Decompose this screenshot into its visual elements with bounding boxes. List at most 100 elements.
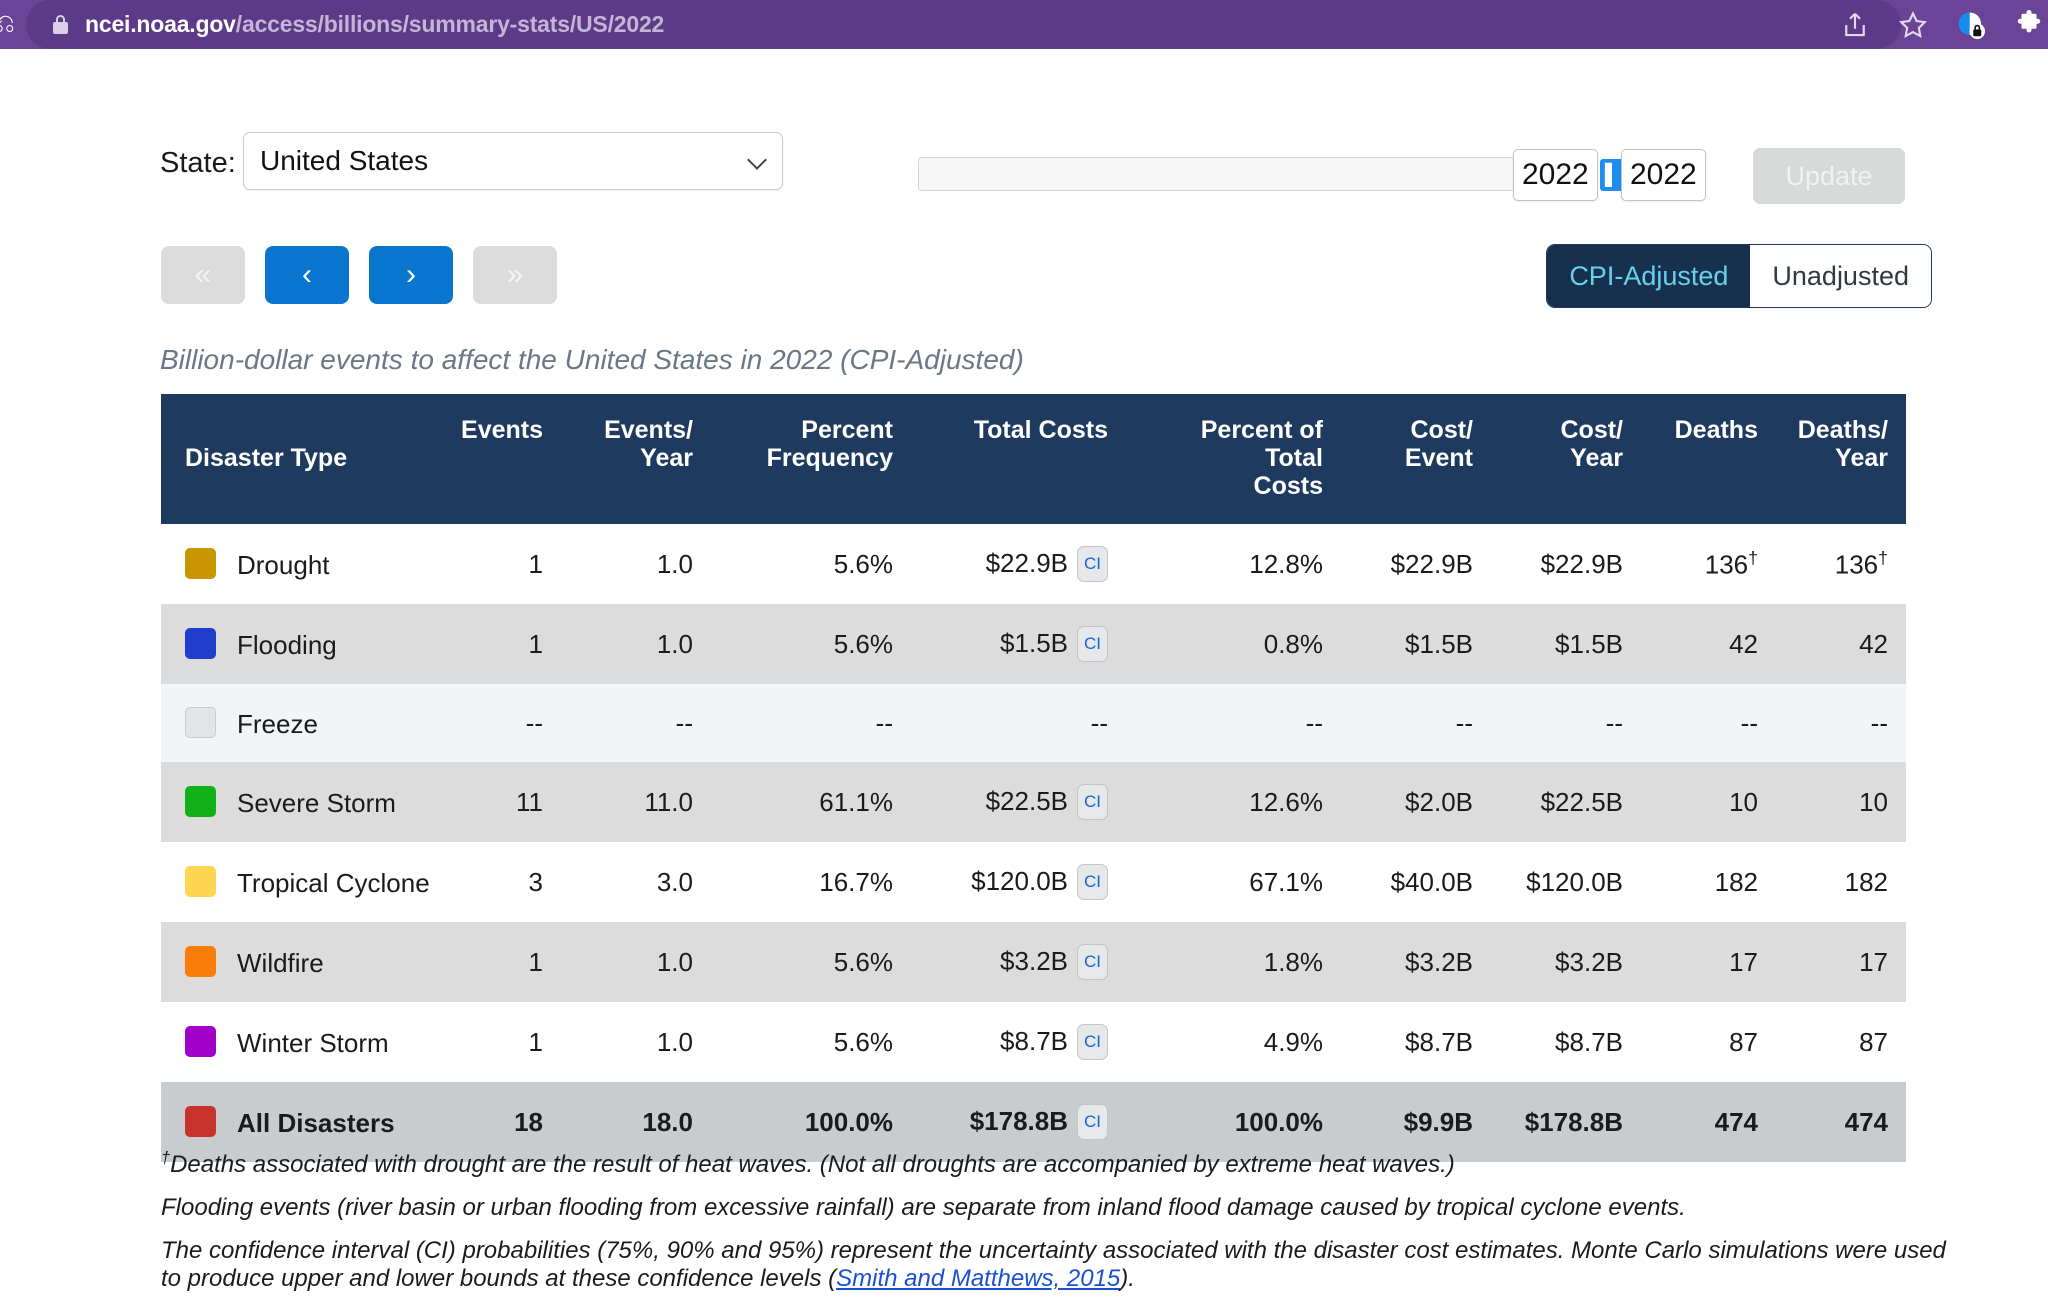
- year-range-slider[interactable]: [918, 157, 1515, 191]
- chevron-down-icon: [747, 150, 767, 170]
- cell-percent-of-total-costs: 12.6%: [1126, 762, 1341, 842]
- cell-cost-per-event: $40.0B: [1341, 842, 1491, 922]
- cell-deaths-per-year-value: 10: [1859, 787, 1888, 817]
- cell-percent-of-total-costs: 1.8%: [1126, 922, 1341, 1002]
- ci-badge-button[interactable]: CI: [1077, 626, 1108, 662]
- dagger-marker: †: [1878, 548, 1888, 568]
- cell-total-costs-value: $178.8B: [970, 1106, 1068, 1136]
- extensions-icon[interactable]: [2014, 10, 2044, 40]
- cell-cost-per-year: $3.2B: [1491, 922, 1641, 1002]
- cell-events: 11: [421, 762, 561, 842]
- cell-deaths-value: 87: [1729, 1027, 1758, 1057]
- column-header-disaster-type: Disaster Type: [161, 394, 421, 524]
- ci-badge-button[interactable]: CI: [1077, 944, 1108, 980]
- cell-total-costs-value: $3.2B: [1000, 946, 1068, 976]
- cell-total-costs: $22.9BCI: [911, 524, 1126, 604]
- cell-deaths-per-year-value: 42: [1859, 629, 1888, 659]
- cell-events-per-year-value: 18.0: [642, 1107, 693, 1137]
- color-swatch-icon: [185, 628, 216, 659]
- table-row: Freeze------------------: [161, 684, 1906, 762]
- cell-percent-frequency-value: 61.1%: [819, 787, 893, 817]
- cell-disaster-type: Severe Storm: [161, 762, 421, 842]
- cell-percent-frequency-value: 5.6%: [834, 549, 893, 579]
- previous-page-button[interactable]: ‹: [265, 246, 349, 304]
- cell-events-per-year: 11.0: [561, 762, 711, 842]
- cell-percent-frequency: 5.6%: [711, 604, 911, 684]
- column-header-percent-frequency: PercentFrequency: [711, 394, 911, 524]
- cell-deaths-per-year-value: 136: [1835, 549, 1878, 579]
- cell-events-value: 1: [529, 549, 543, 579]
- cell-deaths: 42: [1641, 604, 1776, 684]
- cell-cost-per-year: $22.5B: [1491, 762, 1641, 842]
- ci-badge-button[interactable]: CI: [1077, 1024, 1108, 1060]
- ci-badge-button[interactable]: CI: [1077, 784, 1108, 820]
- cell-deaths-value: 42: [1729, 629, 1758, 659]
- cell-cost-per-event-value: $40.0B: [1391, 867, 1473, 897]
- table-header-row: Disaster TypeEventsEvents/YearPercentFre…: [161, 394, 1906, 524]
- cell-cost-per-year: --: [1491, 684, 1641, 762]
- cell-deaths-per-year-value: 182: [1845, 867, 1888, 897]
- cell-percent-frequency: 5.6%: [711, 922, 911, 1002]
- cell-events-value: 11: [516, 787, 543, 817]
- cell-disaster-type: Tropical Cyclone: [161, 842, 421, 922]
- state-select[interactable]: United States: [243, 132, 783, 190]
- cell-percent-frequency: 5.6%: [711, 524, 911, 604]
- footnote-ci-text-2: ).: [1120, 1265, 1135, 1292]
- ci-badge-button[interactable]: CI: [1077, 546, 1108, 582]
- color-swatch-icon: [185, 707, 216, 738]
- last-page-button[interactable]: »: [473, 246, 557, 304]
- cell-cost-per-year-value: $178.8B: [1525, 1107, 1623, 1137]
- tab-cpi-adjusted[interactable]: CPI-Adjusted: [1547, 245, 1750, 307]
- tab-unadjusted[interactable]: Unadjusted: [1750, 245, 1931, 307]
- cell-cost-per-year-value: $3.2B: [1555, 947, 1623, 977]
- address-bar[interactable]: ncei.noaa.gov/access/billions/summary-st…: [26, 0, 1901, 49]
- cell-events-value: 3: [529, 867, 543, 897]
- disaster-type-label: Drought: [237, 550, 330, 580]
- footnote-dagger: †Deaths associated with drought are the …: [161, 1149, 1951, 1180]
- cell-cost-per-event-value: $9.9B: [1404, 1107, 1473, 1137]
- privacy-shield-icon[interactable]: [1956, 10, 1986, 40]
- cell-deaths: --: [1641, 684, 1776, 762]
- footnote-flooding: Flooding events (river basin or urban fl…: [161, 1194, 1951, 1223]
- cell-percent-of-total-costs-value: 4.9%: [1264, 1027, 1323, 1057]
- table-row: Severe Storm1111.061.1%$22.5BCI12.6%$2.0…: [161, 762, 1906, 842]
- cell-cost-per-event: $1.5B: [1341, 604, 1491, 684]
- cell-percent-frequency: 61.1%: [711, 762, 911, 842]
- dagger-marker: †: [1748, 548, 1758, 568]
- footnotes: †Deaths associated with drought are the …: [161, 1149, 1951, 1308]
- cell-total-costs-value: $1.5B: [1000, 628, 1068, 658]
- cell-events-per-year-value: 1.0: [657, 947, 693, 977]
- share-icon[interactable]: [1840, 10, 1870, 40]
- star-icon[interactable]: [1898, 10, 1928, 40]
- cell-events: 3: [421, 842, 561, 922]
- state-select-value: United States: [260, 145, 428, 177]
- cell-percent-frequency: 16.7%: [711, 842, 911, 922]
- cell-percent-of-total-costs-value: 100.0%: [1235, 1107, 1323, 1137]
- cell-events-per-year-value: 1.0: [657, 1027, 693, 1057]
- ci-badge-button[interactable]: CI: [1077, 864, 1108, 900]
- smith-matthews-link[interactable]: Smith and Matthews, 2015: [836, 1265, 1120, 1292]
- table-row: Flooding11.05.6%$1.5BCI0.8%$1.5B$1.5B424…: [161, 604, 1906, 684]
- ci-badge-button[interactable]: CI: [1077, 1104, 1108, 1140]
- color-swatch-icon: [185, 1106, 216, 1137]
- cell-percent-of-total-costs-value: 1.8%: [1264, 947, 1323, 977]
- cell-cost-per-event: $8.7B: [1341, 1002, 1491, 1082]
- cell-percent-of-total-costs-value: --: [1306, 708, 1323, 738]
- cell-cost-per-year-value: $8.7B: [1555, 1027, 1623, 1057]
- cell-deaths: 136†: [1641, 524, 1776, 604]
- cell-deaths-per-year-value: 17: [1859, 947, 1888, 977]
- cell-total-costs-value: $120.0B: [971, 866, 1068, 896]
- browser-back-glyph[interactable]: ⎌: [0, 8, 20, 38]
- update-button[interactable]: Update: [1753, 148, 1905, 204]
- cell-events-value: 1: [529, 947, 543, 977]
- year-range-track[interactable]: [918, 157, 1515, 191]
- cost-adjustment-toggle: CPI-Adjusted Unadjusted: [1547, 245, 1931, 307]
- first-page-button[interactable]: «: [161, 246, 245, 304]
- cell-cost-per-year: $1.5B: [1491, 604, 1641, 684]
- footnote-dagger-text: Deaths associated with drought are the r…: [170, 1151, 1455, 1178]
- cell-cost-per-event-value: $3.2B: [1405, 947, 1473, 977]
- cell-cost-per-year: $22.9B: [1491, 524, 1641, 604]
- cell-deaths-per-year: 136†: [1776, 524, 1906, 604]
- footnote-ci: The confidence interval (CI) probabiliti…: [161, 1237, 1951, 1295]
- next-page-button[interactable]: ›: [369, 246, 453, 304]
